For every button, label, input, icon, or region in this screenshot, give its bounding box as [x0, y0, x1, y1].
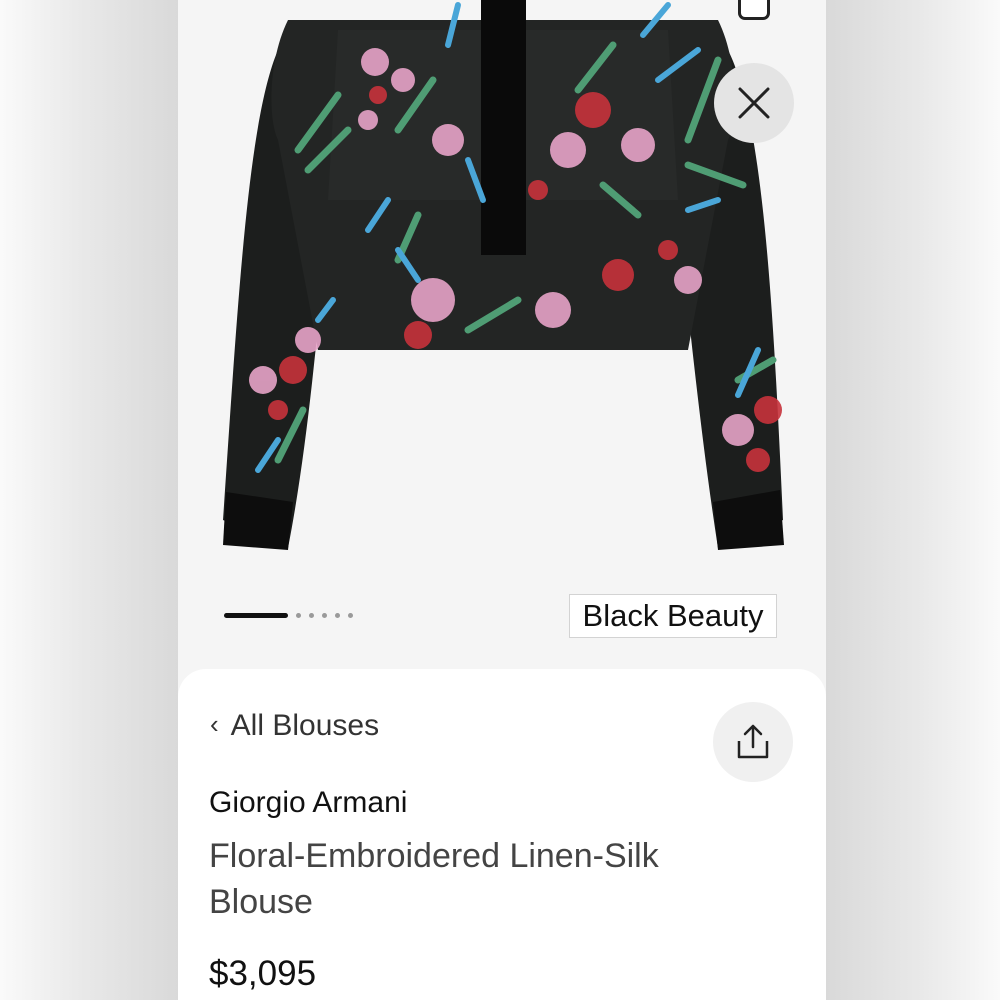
- pager-dot-active[interactable]: [224, 612, 288, 618]
- close-icon: [738, 87, 770, 119]
- image-pager[interactable]: [224, 610, 353, 620]
- product-info-card: ‹ All Blouses Giorgio Armani Floral-Embr…: [178, 669, 826, 1000]
- back-to-category-link[interactable]: ‹ All Blouses: [210, 709, 379, 743]
- pager-dot[interactable]: [348, 612, 353, 618]
- pager-dot[interactable]: [335, 612, 340, 618]
- color-name-label: Black Beauty: [569, 594, 777, 638]
- product-price: $3,095: [209, 954, 317, 993]
- right-blurred-background: [826, 0, 1000, 1000]
- product-detail-screen: Black Beauty ‹ All Blouses Giorgio Arman…: [178, 0, 826, 1000]
- pager-dot[interactable]: [322, 612, 327, 618]
- pager-dot[interactable]: [309, 612, 314, 618]
- left-blurred-background: [0, 0, 178, 1000]
- product-image[interactable]: [218, 0, 788, 560]
- chevron-left-icon: ‹: [210, 708, 219, 739]
- brand-name: Giorgio Armani: [209, 786, 408, 819]
- product-title: Floral-Embroidered Linen-Silk Blouse: [209, 837, 659, 921]
- pager-dot[interactable]: [296, 612, 301, 618]
- share-icon: [737, 724, 769, 759]
- close-button[interactable]: [714, 63, 794, 143]
- category-link-label: All Blouses: [230, 709, 380, 742]
- share-button[interactable]: [713, 702, 793, 782]
